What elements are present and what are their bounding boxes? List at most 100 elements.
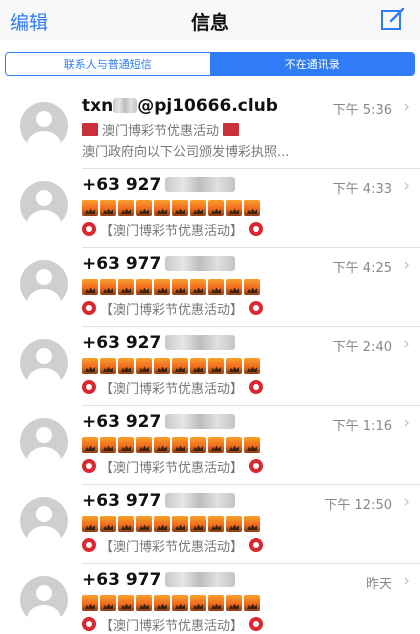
- red-badge-icon: [82, 617, 96, 631]
- sunset-emoji-icon: [226, 358, 242, 374]
- red-badge-icon: [249, 459, 264, 473]
- red-badge-icon: [249, 222, 264, 236]
- flag-icon: [82, 122, 98, 136]
- segment-unknown-senders[interactable]: 不在通讯录: [210, 53, 414, 75]
- sunset-emoji-icon: [244, 279, 260, 295]
- timestamp: 下午 4:33: [332, 182, 392, 197]
- sunset-emoji-icon: [244, 200, 260, 216]
- sender-name: +63 927: [82, 333, 236, 353]
- emoji-strip: [82, 594, 260, 612]
- sender-name: +63 927: [82, 412, 236, 432]
- chevron-right-icon: ›: [403, 492, 410, 512]
- sunset-emoji-icon: [118, 358, 134, 374]
- sunset-emoji-icon: [226, 279, 242, 295]
- sunset-emoji-icon: [100, 279, 116, 295]
- emoji-strip: [82, 199, 260, 217]
- redacted-blur: [165, 177, 236, 192]
- sunset-emoji-icon: [226, 200, 242, 216]
- sunset-emoji-icon: [244, 516, 260, 532]
- sunset-emoji-icon: [190, 358, 206, 374]
- timestamp: 下午 5:36: [332, 103, 392, 118]
- timestamp: 下午 12:50: [324, 498, 392, 513]
- sender-name: txn @pj10666.club: [82, 96, 278, 116]
- sunset-emoji-icon: [136, 516, 152, 532]
- chevron-right-icon: ›: [403, 176, 410, 196]
- filter-segmented-control: 联系人与普通短信 不在通讯录: [5, 52, 415, 76]
- sunset-emoji-icon: [190, 200, 206, 216]
- conversation-row[interactable]: +63 977 下午 4:25 › 【澳门博彩节优惠活动】: [0, 248, 420, 327]
- sunset-emoji-icon: [100, 358, 116, 374]
- message-preview: 【澳门博彩节优惠活动】: [82, 457, 264, 476]
- message-preview: 【澳门博彩节优惠活动】: [82, 220, 264, 239]
- message-preview: 【澳门博彩节优惠活动】: [82, 615, 264, 634]
- sunset-emoji-icon: [190, 279, 206, 295]
- sunset-emoji-icon: [172, 437, 188, 453]
- sunset-emoji-icon: [172, 200, 188, 216]
- conversation-row[interactable]: txn @pj10666.club 下午 5:36 › 澳门博彩节优惠活动 澳门政…: [0, 90, 420, 169]
- chevron-right-icon: ›: [403, 255, 410, 275]
- navigation-bar: 编辑 信息: [0, 0, 420, 40]
- sunset-emoji-icon: [118, 516, 134, 532]
- sunset-emoji-icon: [100, 516, 116, 532]
- sunset-emoji-icon: [190, 437, 206, 453]
- emoji-strip: [82, 278, 260, 296]
- emoji-strip: [82, 436, 260, 454]
- sunset-emoji-icon: [136, 279, 152, 295]
- sunset-emoji-icon: [82, 516, 98, 532]
- flag-icon: [223, 122, 240, 136]
- sunset-emoji-icon: [154, 595, 170, 611]
- conversation-row[interactable]: +63 927 下午 2:40 › 【澳门博彩节优惠活动】: [0, 327, 420, 406]
- sunset-emoji-icon: [208, 200, 224, 216]
- sunset-emoji-icon: [172, 279, 188, 295]
- conversation-row[interactable]: +63 927 下午 4:33 › 【澳门博彩节优惠活动】: [0, 169, 420, 248]
- red-badge-icon: [82, 222, 96, 236]
- chevron-right-icon: ›: [403, 413, 410, 433]
- sunset-emoji-icon: [100, 437, 116, 453]
- message-preview: 【澳门博彩节优惠活动】: [82, 378, 264, 397]
- sender-name: +63 977: [82, 570, 236, 590]
- compose-icon[interactable]: [380, 6, 406, 32]
- sunset-emoji-icon: [244, 595, 260, 611]
- conversation-row[interactable]: +63 977 昨天 › 【澳门博彩节优惠活动】: [0, 564, 420, 634]
- sunset-emoji-icon: [172, 358, 188, 374]
- avatar: [20, 181, 68, 229]
- avatar: [20, 497, 68, 545]
- sender-name: +63 977: [82, 254, 236, 274]
- sunset-emoji-icon: [208, 358, 224, 374]
- sunset-emoji-icon: [118, 200, 134, 216]
- timestamp: 下午 4:25: [332, 261, 392, 276]
- sunset-emoji-icon: [118, 437, 134, 453]
- sunset-emoji-icon: [118, 279, 134, 295]
- sunset-emoji-icon: [226, 595, 242, 611]
- sunset-emoji-icon: [208, 516, 224, 532]
- sunset-emoji-icon: [226, 516, 242, 532]
- conversation-row[interactable]: +63 977 下午 12:50 › 【澳门博彩节优惠活动】: [0, 485, 420, 564]
- sunset-emoji-icon: [154, 358, 170, 374]
- sunset-emoji-icon: [118, 595, 134, 611]
- timestamp: 下午 2:40: [332, 340, 392, 355]
- sunset-emoji-icon: [208, 279, 224, 295]
- message-preview: 【澳门博彩节优惠活动】: [82, 536, 264, 555]
- sunset-emoji-icon: [82, 437, 98, 453]
- chevron-right-icon: ›: [403, 571, 410, 591]
- sunset-emoji-icon: [172, 595, 188, 611]
- sunset-emoji-icon: [136, 200, 152, 216]
- sunset-emoji-icon: [190, 516, 206, 532]
- red-badge-icon: [249, 538, 264, 552]
- conversation-row[interactable]: +63 927 下午 1:16 › 【澳门博彩节优惠活动】: [0, 406, 420, 485]
- message-list: txn @pj10666.club 下午 5:36 › 澳门博彩节优惠活动 澳门政…: [0, 90, 420, 634]
- sunset-emoji-icon: [244, 437, 260, 453]
- sunset-emoji-icon: [190, 595, 206, 611]
- avatar: [20, 260, 68, 308]
- redacted-blur: [165, 414, 236, 429]
- sunset-emoji-icon: [154, 279, 170, 295]
- message-preview: 澳门政府向以下公司颁发博彩执照...: [82, 144, 290, 160]
- sunset-emoji-icon: [136, 595, 152, 611]
- segment-contacts-sms[interactable]: 联系人与普通短信: [6, 53, 211, 75]
- sunset-emoji-icon: [208, 437, 224, 453]
- sunset-emoji-icon: [244, 358, 260, 374]
- chevron-right-icon: ›: [403, 97, 410, 117]
- redacted-blur: [113, 98, 138, 113]
- page-title: 信息: [190, 12, 229, 34]
- chevron-right-icon: ›: [403, 334, 410, 354]
